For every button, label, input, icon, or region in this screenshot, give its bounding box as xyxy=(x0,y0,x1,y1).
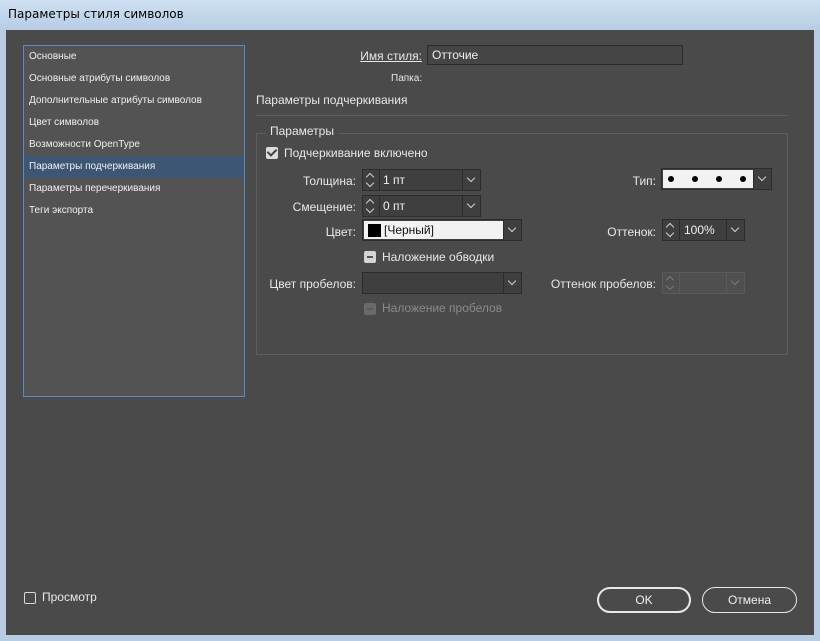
tint-dropdown-button[interactable] xyxy=(726,220,744,240)
ok-button[interactable]: OK xyxy=(597,587,691,613)
sidebar-item-character-color[interactable]: Цвет символов xyxy=(24,112,244,134)
sidebar-item-export-tagging[interactable]: Теги экспорта xyxy=(24,200,244,222)
offset-value[interactable]: 0 пт xyxy=(383,196,405,216)
weight-label: Толщина: xyxy=(302,174,356,188)
color-value: [Черный] xyxy=(384,223,434,237)
style-name-label: Имя стиля: xyxy=(306,49,422,63)
dot-mark xyxy=(668,176,674,182)
tint-stepper[interactable]: 100% xyxy=(662,219,745,241)
weight-dropdown-button[interactable] xyxy=(462,170,480,190)
tint-value[interactable]: 100% xyxy=(684,220,715,240)
dot-mark xyxy=(692,176,698,182)
gap-color-dropdown[interactable] xyxy=(362,272,522,294)
window-title: Параметры стиля символов xyxy=(8,7,184,21)
dot-mark xyxy=(716,176,722,182)
chevron-down-icon xyxy=(507,276,517,286)
gap-tint-dropdown-button[interactable] xyxy=(726,273,744,293)
weight-stepper[interactable]: 1 пт xyxy=(362,169,481,191)
weight-value[interactable]: 1 пт xyxy=(383,170,405,190)
stroke-type-dropdown[interactable] xyxy=(661,168,772,190)
chevron-down-icon xyxy=(757,172,767,182)
underline-on-label: Подчеркивание включено xyxy=(284,146,428,160)
offset-stepper-arrows-icon[interactable] xyxy=(363,196,380,216)
underline-on-checkbox[interactable] xyxy=(266,147,278,159)
sidebar-item-opentype-features[interactable]: Возможности OpenType xyxy=(24,134,244,156)
tint-label: Оттенок: xyxy=(607,225,656,239)
sidebar-item-general[interactable]: Основные xyxy=(24,46,244,68)
color-label: Цвет: xyxy=(325,225,356,239)
type-label: Тип: xyxy=(632,174,656,188)
color-dropdown-button[interactable] xyxy=(503,220,521,240)
overprint-stroke-label: Наложение обводки xyxy=(382,250,495,264)
title-bar[interactable]: Параметры стиля символов xyxy=(0,0,820,30)
options-group-title: Параметры xyxy=(266,124,338,138)
sidebar-item-advanced-character-formats[interactable]: Дополнительные атрибуты символов xyxy=(24,90,244,112)
preview-label: Просмотр xyxy=(42,590,97,604)
color-dropdown[interactable]: [Черный] xyxy=(362,219,522,241)
color-field[interactable]: [Черный] xyxy=(364,221,503,239)
stroke-type-dropdown-button[interactable] xyxy=(753,169,771,189)
window-frame-bottom xyxy=(0,635,820,641)
chevron-down-icon xyxy=(730,276,740,286)
sidebar-item-underline-options[interactable]: Параметры подчеркивания xyxy=(24,156,244,178)
color-swatch xyxy=(368,224,381,237)
tint-stepper-arrows-icon[interactable] xyxy=(663,220,680,240)
chevron-down-icon xyxy=(466,173,476,183)
section-divider xyxy=(256,115,788,116)
category-list[interactable]: Основные Основные атрибуты символов Допо… xyxy=(23,45,245,397)
offset-stepper[interactable]: 0 пт xyxy=(362,195,481,217)
style-name-label-text: Имя стиля: xyxy=(360,49,422,63)
weight-stepper-arrows-icon[interactable] xyxy=(363,170,380,190)
offset-dropdown-button[interactable] xyxy=(462,196,480,216)
offset-label: Смещение: xyxy=(292,200,356,214)
gap-tint-stepper[interactable] xyxy=(662,272,745,294)
chevron-down-icon xyxy=(507,223,517,233)
preview-checkbox[interactable] xyxy=(24,592,36,604)
overprint-gap-label: Наложение пробелов xyxy=(382,301,503,315)
sidebar-item-basic-character-formats[interactable]: Основные атрибуты символов xyxy=(24,68,244,90)
options-group xyxy=(256,133,788,355)
overprint-stroke-checkbox[interactable] xyxy=(364,251,376,263)
gap-color-dropdown-button[interactable] xyxy=(503,273,521,293)
gap-tint-label: Оттенок пробелов: xyxy=(550,277,656,291)
sidebar-item-strikethrough-options[interactable]: Параметры перечеркивания xyxy=(24,178,244,200)
style-name-input[interactable]: Отточие xyxy=(427,45,683,65)
gap-color-label: Цвет пробелов: xyxy=(269,277,356,291)
cancel-button[interactable]: Отмена xyxy=(702,587,797,613)
folder-label: Папка: xyxy=(391,73,423,84)
dialog-client-area: Основные Основные атрибуты символов Допо… xyxy=(6,30,814,635)
dialog-window: Параметры стиля символов Основные Основн… xyxy=(0,0,820,641)
chevron-down-icon xyxy=(466,199,476,209)
window-frame-right xyxy=(814,30,820,641)
chevron-down-icon xyxy=(730,223,740,233)
dot-mark xyxy=(740,176,746,182)
stroke-type-preview xyxy=(663,170,753,188)
section-title: Параметры подчеркивания xyxy=(256,93,408,107)
gap-tint-stepper-arrows-icon[interactable] xyxy=(663,273,680,293)
overprint-gap-checkbox[interactable] xyxy=(364,303,376,315)
